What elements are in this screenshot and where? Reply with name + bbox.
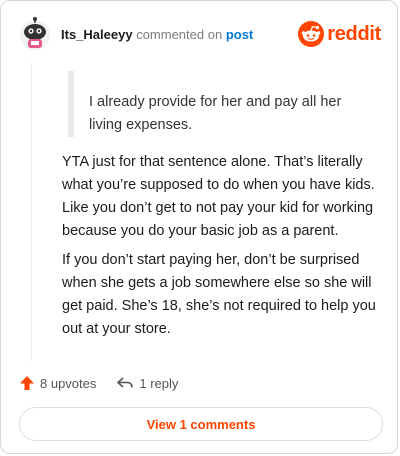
comment-actions: 8 upvotes 1 reply <box>19 373 198 393</box>
upvote-count: 8 upvotes <box>40 375 97 391</box>
reply-button[interactable]: 1 reply <box>116 376 178 391</box>
user-avatar[interactable] <box>19 17 51 51</box>
view-comments-button[interactable]: View 1 comments <box>19 407 383 441</box>
username-link[interactable]: Its_Haleeyy <box>61 27 133 42</box>
comment-meta: Its_Haleeyy commented on post <box>61 27 253 42</box>
upvote-arrow-icon <box>20 376 34 390</box>
reddit-icon <box>298 21 325 47</box>
quote-block: I already provide for her and pay all he… <box>68 71 368 137</box>
comment-header: Its_Haleeyy commented on post reddit <box>19 17 381 53</box>
upvote-button[interactable]: 8 upvotes <box>19 375 96 391</box>
reply-arrow-icon <box>117 377 134 388</box>
comment-paragraph: YTA just for that sentence alone. That’s… <box>62 154 375 239</box>
post-link[interactable]: post <box>226 27 253 42</box>
reddit-wordmark: reddit <box>327 22 381 45</box>
commented-on-text: commented on <box>136 27 223 42</box>
reddit-logo: reddit <box>298 19 381 49</box>
comment-card: Its_Haleeyy commented on post reddit I a… <box>0 0 398 454</box>
comment-paragraph: If you don’t start paying her, don’t be … <box>62 252 376 337</box>
thread-line <box>31 63 32 361</box>
reply-count: 1 reply <box>139 375 179 391</box>
quote-text: I already provide for her and pay all he… <box>89 94 342 133</box>
